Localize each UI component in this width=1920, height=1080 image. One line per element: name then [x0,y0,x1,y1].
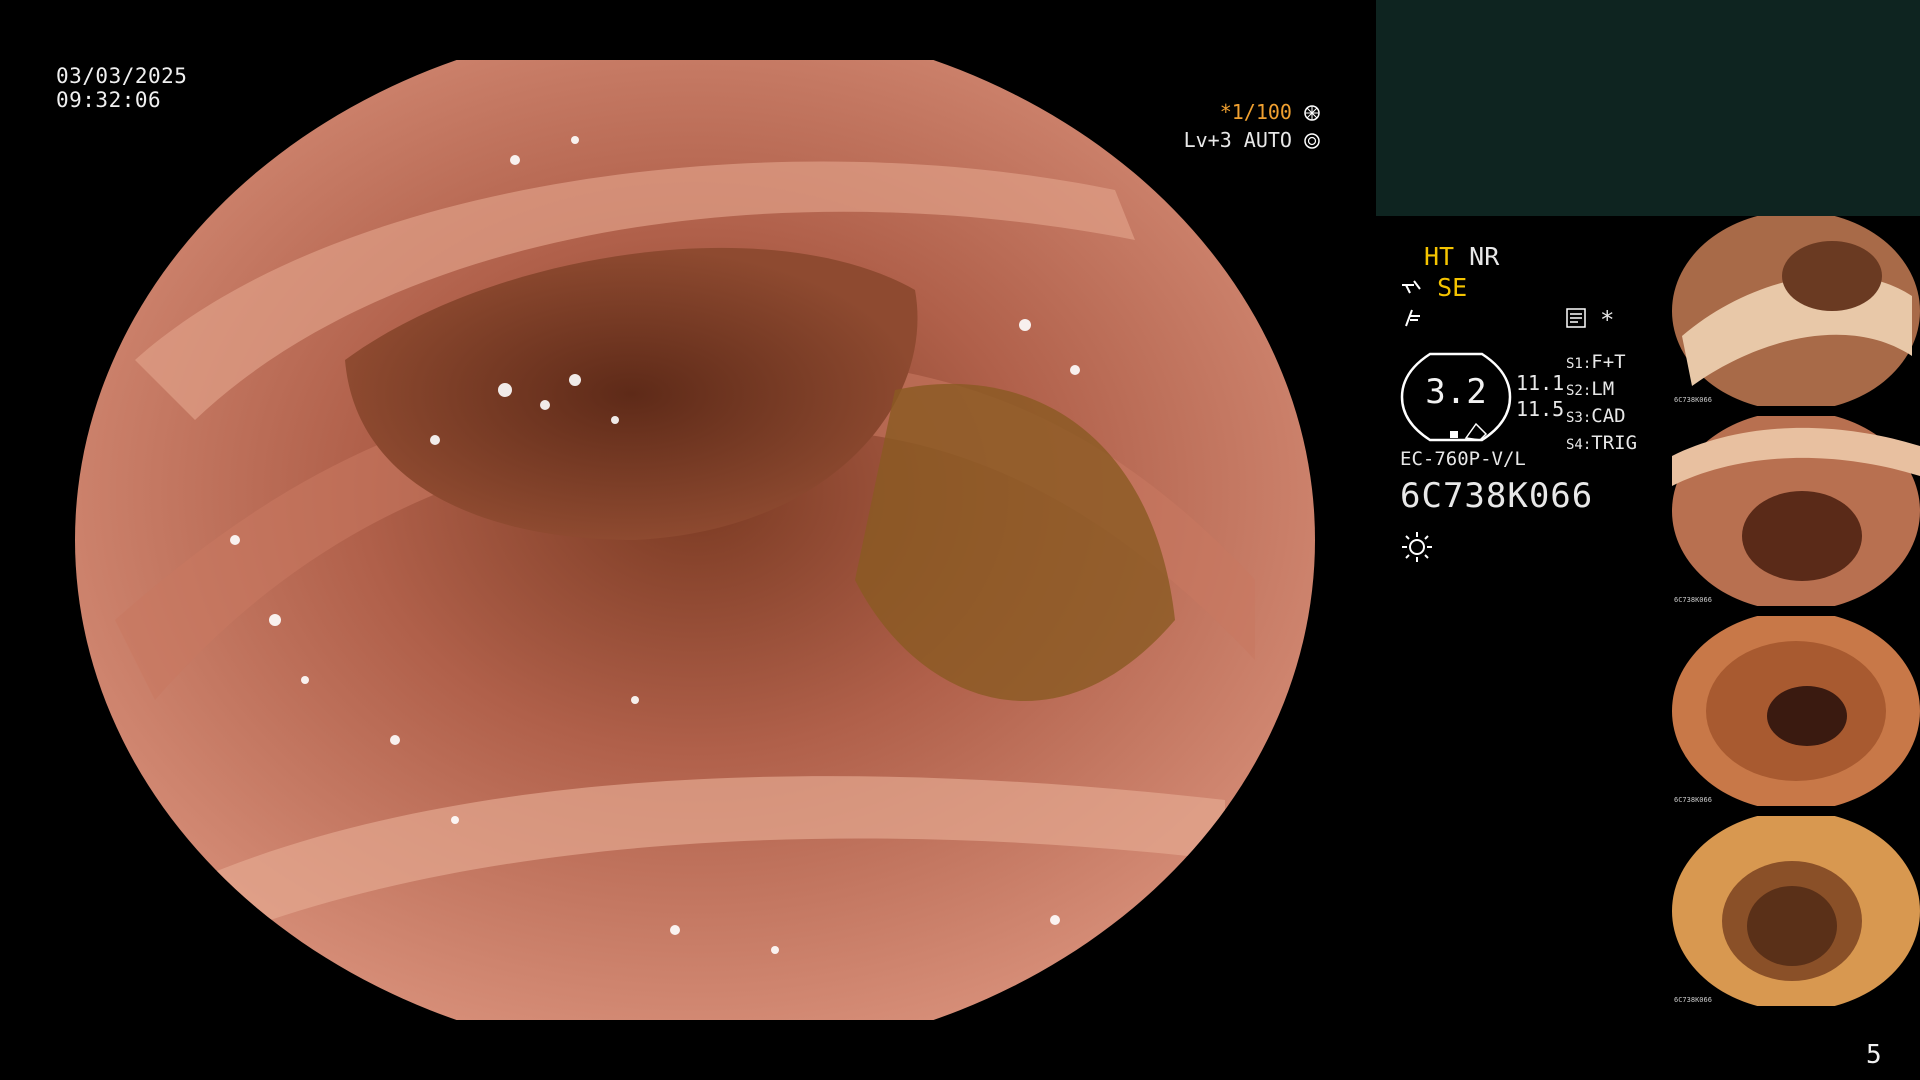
time-text: 09:32:06 [56,88,162,112]
page-number: 5 [1866,1040,1882,1070]
thumbnail-3[interactable]: 6C738K066 [1672,616,1920,806]
pump-icon [1402,280,1421,294]
shutter-icon [1304,105,1320,121]
timestamp: 03/03/2025 09:32:06 [56,64,187,112]
thumbnail-image [1672,216,1920,406]
slot-row: S1:F+T [1566,351,1626,373]
mode-ht-nr: HT NR [1424,242,1499,272]
thumbnail-image [1672,816,1920,1006]
thumbnail-label: 6C738K066 [1674,796,1712,804]
thumbnail-image [1672,416,1920,606]
switch-settings: S1:F+T S2:LM S3:CAD S4:TRIG [1566,350,1637,458]
auto-icon [1304,133,1320,149]
function-icon [1405,309,1420,327]
slot-row: S3:CAD [1566,405,1626,427]
level-text: Lv+3 AUTO [1183,128,1292,152]
ht-label: HT [1424,242,1455,271]
gauge-value: 3.2 [1425,372,1487,412]
shutter-info: *1/100 Lv+3 AUTO [1180,98,1320,154]
mode-se: SE [1400,273,1467,303]
scope-serial: 6C738K066 [1400,476,1594,516]
thumbnail-label: 6C738K066 [1674,996,1712,1004]
info-panel-header [1376,0,1920,216]
reading-values: 11.1 11.5 [1516,370,1564,422]
reading-2: 11.5 [1516,397,1565,421]
asterisk-indicator: * [1600,306,1615,334]
thumbnail-label: 6C738K066 [1674,596,1712,604]
thumbnail-label: 6C738K066 [1674,396,1712,404]
reading-1: 11.1 [1516,371,1565,395]
nr-label: NR [1469,242,1500,271]
slot-row: S2:LM [1566,378,1615,400]
thumbnail-1[interactable]: 6C738K066 [1672,216,1920,406]
scope-model: EC-760P-V/L [1400,448,1526,470]
brightness-icon [1402,532,1432,562]
endoscopic-view [75,60,1315,1020]
settings-icon [1566,308,1586,328]
thumbnail-image [1672,616,1920,806]
thumbnail-2[interactable]: 6C738K066 [1672,416,1920,606]
thumbnail-4[interactable]: 6C738K066 [1672,816,1920,1006]
slot-row: S4:TRIG [1566,432,1638,454]
shutter-speed: *1/100 [1219,100,1292,124]
se-label: SE [1437,273,1468,302]
date-text: 03/03/2025 [56,64,188,88]
